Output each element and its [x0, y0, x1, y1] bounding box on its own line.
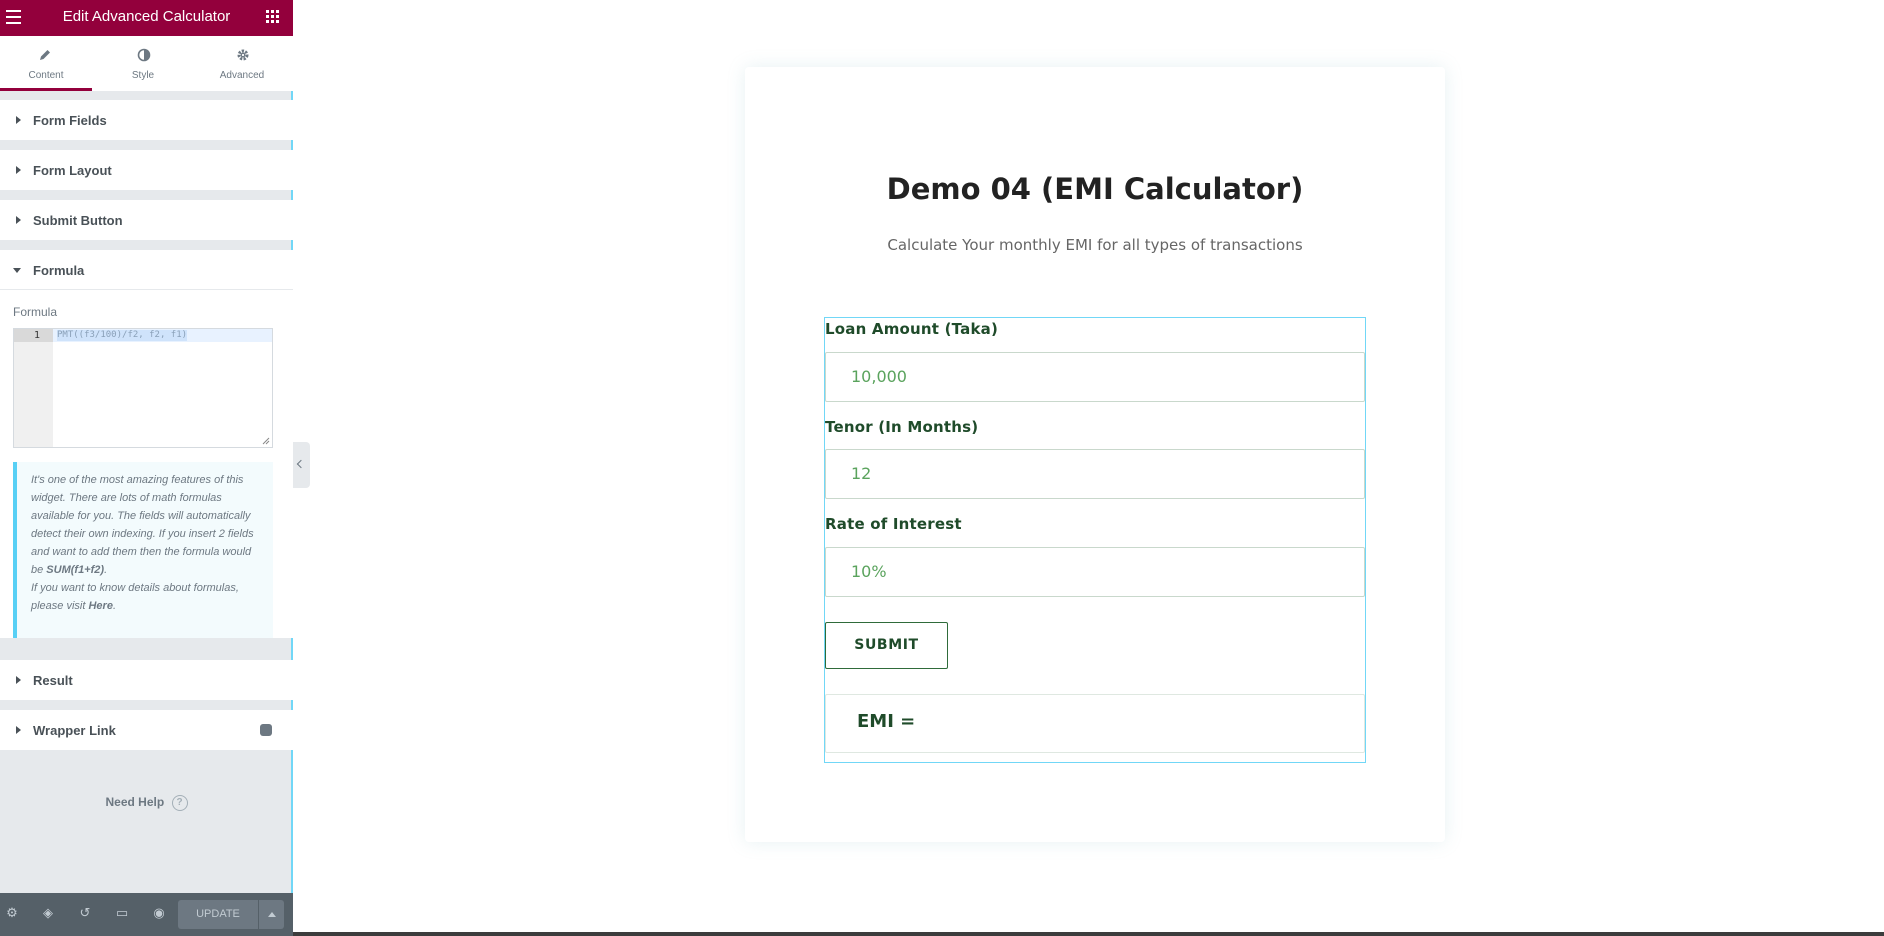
section-result-label: Result: [33, 673, 73, 688]
panel-header: Edit Advanced Calculator: [0, 0, 293, 36]
panel-title: Edit Advanced Calculator: [62, 8, 231, 25]
loan-amount-input[interactable]: 10,000: [825, 352, 1365, 402]
formula-code-editor[interactable]: 1 PMT((f3/100)/f2, f2, f1): [13, 328, 273, 448]
tab-style[interactable]: Style: [97, 36, 189, 91]
update-button[interactable]: UPDATE: [178, 900, 258, 929]
info-text-details: If you want to know details about formul…: [31, 582, 239, 612]
section-wrapper-link-label: Wrapper Link: [33, 723, 116, 738]
tab-advanced-label: Advanced: [219, 70, 265, 81]
preview-eye-icon[interactable]: ◉: [151, 906, 167, 922]
panel-footer: ⚙ ◈ ↺ ▭ ◉ UPDATE: [0, 893, 293, 936]
formula-info-box: It's one of the most amazing features of…: [13, 462, 273, 638]
history-icon[interactable]: ↺: [77, 906, 93, 922]
need-help-link[interactable]: Need Help ?: [0, 795, 293, 811]
section-result[interactable]: Result: [0, 660, 293, 700]
section-wrapper-link[interactable]: Wrapper Link: [0, 710, 293, 750]
help-question-icon: ?: [171, 795, 188, 811]
info-text-period: .: [104, 564, 108, 576]
tab-advanced[interactable]: Advanced: [196, 36, 288, 91]
section-submit-button-label: Submit Button: [33, 213, 123, 228]
interest-rate-label: Rate of Interest: [825, 515, 962, 533]
widgets-grid-icon[interactable]: [266, 10, 279, 23]
panel-tabs: Content Style Advanced: [0, 36, 293, 91]
chevron-left-icon: [296, 459, 306, 469]
calculator-subheading: Calculate Your monthly EMI for all types…: [887, 236, 1303, 254]
code-gutter: 1: [14, 329, 53, 447]
calculator-heading: Demo 04 (EMI Calculator): [886, 172, 1304, 206]
bottom-strip: [293, 932, 1884, 936]
emi-result-label: EMI =: [857, 711, 916, 732]
info-text: It's one of the most amazing features of…: [31, 474, 254, 576]
editor-panel: Edit Advanced Calculator Content Style A…: [0, 0, 293, 936]
half-circle-icon: [137, 48, 151, 62]
caret-right-icon: [16, 216, 21, 224]
info-here-link[interactable]: Here: [88, 600, 112, 612]
section-formula[interactable]: Formula: [0, 250, 293, 290]
info-bold-formula: SUM(f1+f2): [46, 564, 105, 576]
formula-panel: Formula 1 PMT((f3/100)/f2, f2, f1) It's …: [0, 290, 293, 638]
submit-button[interactable]: SUBMIT: [825, 622, 948, 669]
line-number: 1: [34, 330, 41, 341]
result-box: EMI =: [825, 694, 1365, 753]
caret-right-icon: [16, 166, 21, 174]
section-form-fields[interactable]: Form Fields: [0, 100, 293, 140]
update-button-group: UPDATE: [178, 900, 284, 929]
pro-badge-icon: [260, 724, 272, 736]
caret-up-icon[interactable]: [268, 912, 276, 917]
interest-rate-input[interactable]: 10%: [825, 547, 1365, 597]
tenor-label: Tenor (In Months): [825, 418, 979, 436]
caret-down-icon: [13, 268, 21, 273]
caret-right-icon: [16, 726, 21, 734]
collapse-panel-handle[interactable]: [293, 442, 310, 488]
section-form-fields-label: Form Fields: [33, 113, 107, 128]
layers-icon[interactable]: ◈: [40, 906, 56, 922]
info-text-period2: .: [112, 600, 117, 612]
calculator-form: Loan Amount (Taka) 10,000 Tenor (In Mont…: [824, 317, 1366, 763]
section-submit-button[interactable]: Submit Button: [0, 200, 293, 240]
section-form-layout[interactable]: Form Layout: [0, 150, 293, 190]
tab-content[interactable]: Content: [0, 36, 92, 91]
resize-handle-icon[interactable]: [262, 437, 270, 445]
section-form-layout-label: Form Layout: [33, 163, 112, 178]
pencil-icon: [40, 50, 50, 60]
loan-amount-label: Loan Amount (Taka): [825, 320, 999, 338]
formula-field-label: Formula: [13, 305, 58, 319]
caret-right-icon: [16, 116, 21, 124]
tab-style-label: Style: [131, 70, 155, 81]
formula-code-text: PMT((f3/100)/f2, f2, f1): [57, 330, 188, 341]
responsive-mode-icon[interactable]: ▭: [114, 906, 130, 922]
caret-right-icon: [16, 676, 21, 684]
settings-gear-icon[interactable]: ⚙: [4, 906, 20, 922]
tenor-input[interactable]: 12: [825, 449, 1365, 499]
section-formula-label: Formula: [33, 263, 85, 278]
need-help-label: Need Help: [105, 795, 165, 810]
tab-content-label: Content: [28, 70, 64, 81]
gear-icon: [237, 49, 249, 61]
